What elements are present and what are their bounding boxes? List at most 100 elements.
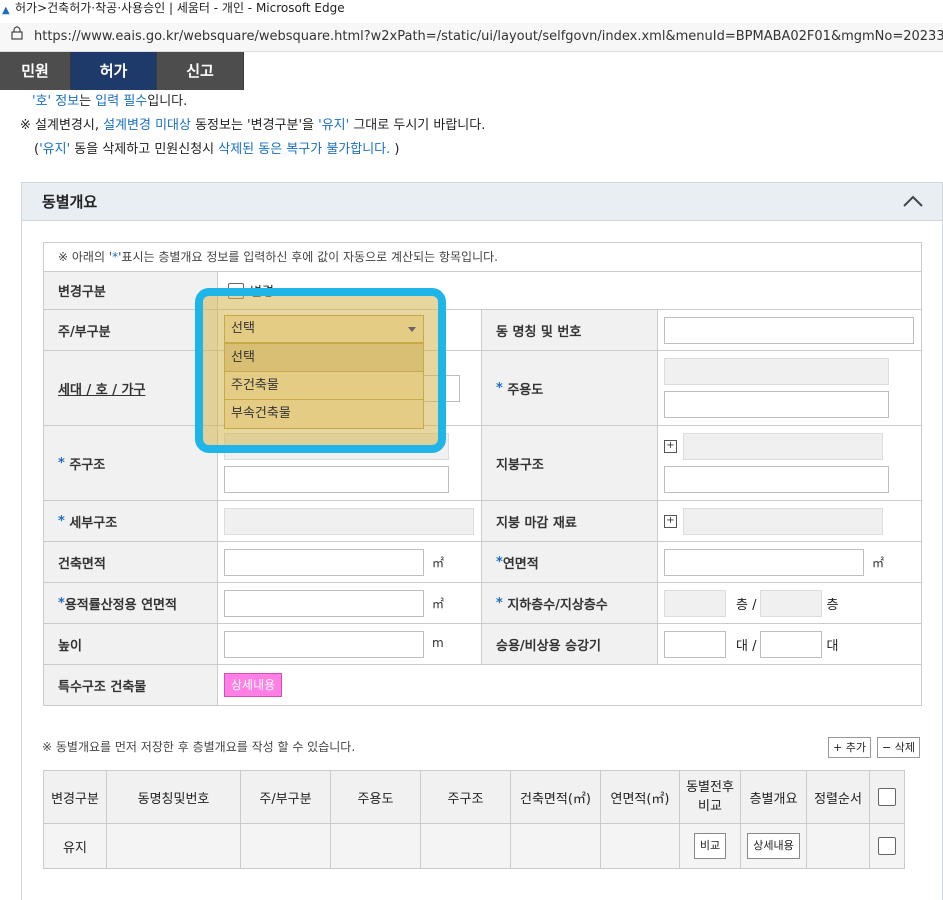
col-change: 변경구분 — [43, 770, 107, 824]
plus-icon[interactable]: + — [664, 440, 677, 453]
row-height: 높이 m 승용/비상용 승강기 대 / 대 — [44, 624, 921, 665]
plus-icon[interactable]: + — [664, 514, 677, 528]
add-button[interactable]: + 추가 — [828, 737, 871, 758]
table-header-row: 변경구분 동명칭및번호 주/부구분 주용도 주구조 건축면적(㎡) 연면적(㎡)… — [43, 770, 905, 824]
far-area-input[interactable] — [224, 589, 424, 617]
roof-structure-input[interactable] — [664, 466, 889, 493]
delete-button[interactable]: − 삭제 — [877, 737, 920, 758]
total-floor-area-value: ㎡ — [658, 542, 921, 582]
cell-building-area — [510, 823, 601, 869]
main-use-input[interactable] — [664, 391, 889, 418]
floors-value: 층 / 층 — [658, 583, 921, 623]
cell-compare: 비교 — [679, 823, 741, 869]
roof-structure-top: + — [664, 433, 915, 460]
notice-line-2: ※ 설계변경시, 설계변경 미대상 동정보는 '변경구분'을 '유지' 그대로 … — [20, 118, 486, 133]
roof-structure-value: + — [658, 426, 921, 500]
dong-overview-panel: 동별개요 ※ 아래의 '*'표시는 층별개요 정보를 입력하신 후에 값이 자동… — [21, 182, 943, 900]
lock-icon — [10, 23, 24, 51]
compare-button[interactable]: 비교 — [693, 833, 727, 859]
label-elevator: 승용/비상용 승강기 — [482, 624, 658, 664]
cell-main-use — [330, 823, 421, 869]
unit-sqm: ㎡ — [432, 556, 445, 570]
dong-name-input[interactable] — [664, 316, 914, 344]
collapse-chevron-icon[interactable] — [902, 193, 924, 209]
cell-sort-order — [806, 823, 870, 869]
col-select-all — [869, 770, 905, 824]
app-icon: ▲ — [2, 5, 10, 16]
label-roof-structure: 지붕구조 — [482, 426, 658, 500]
label-main-use: * 주용도 — [482, 351, 658, 425]
form-note: ※ 아래의 '*'표시는 층별개요 정보를 입력하신 후에 값이 자동으로 계산… — [44, 243, 921, 272]
label-change-type: 변경구분 — [44, 272, 218, 309]
list-note: ※ 동별개요를 먼저 저장한 후 층별개요를 작성 할 수 있습니다. — [42, 740, 356, 754]
col-main-use: 주용도 — [330, 770, 421, 824]
total-floor-area-input[interactable] — [664, 548, 864, 576]
col-main-sub: 주/부구분 — [240, 770, 331, 824]
option-accessory-building[interactable]: 부속건축물 — [225, 400, 423, 428]
roof-material-row: + — [664, 507, 915, 535]
emergency-elevator-input[interactable] — [760, 630, 823, 658]
elevator-value: 대 / 대 — [658, 624, 921, 664]
unit-m: m — [432, 636, 444, 650]
row-special: 특수구조 건축물 상세내용 — [44, 665, 921, 705]
col-dong-name: 동명칭및번호 — [106, 770, 241, 824]
select-all-checkbox[interactable] — [878, 788, 896, 806]
detail-structure-value — [218, 501, 482, 541]
col-building-area: 건축면적(㎡) — [510, 770, 601, 824]
notice-line-3: ('유지' 동을 삭제하고 민원신청시 삭제된 동은 복구가 불가합니다. ) — [34, 142, 400, 157]
tab-civil[interactable]: 민원 — [0, 52, 71, 90]
cell-change: 유지 — [43, 823, 107, 869]
label-household[interactable]: 세대 / 호 / 가구 — [44, 351, 218, 425]
window-titlebar: ▲ 허가>건축허가·착공·사용승인 | 세움터 - 개인 - Microsoft … — [0, 0, 943, 22]
main-sub-select[interactable]: 선택 — [224, 315, 424, 343]
col-sort-order: 정렬순서 — [806, 770, 870, 824]
special-detail-button[interactable]: 상세내용 — [224, 673, 283, 697]
unit-sqm: ㎡ — [432, 597, 445, 611]
main-use-value — [658, 351, 921, 425]
panel-header: 동별개요 — [22, 183, 942, 221]
far-area-value: ㎡ — [218, 583, 482, 623]
label-total-floor-area: * 연면적 — [482, 542, 658, 582]
building-area-value: ㎡ — [218, 542, 482, 582]
cell-floor-overview: 상세내용 — [740, 823, 807, 869]
col-compare: 동별전후 비교 — [679, 770, 741, 824]
url-text[interactable]: https://www.eais.go.kr/websquare/websqua… — [34, 29, 943, 44]
row-main-sub: 주/부구분 동 명칭 및 번호 — [44, 310, 921, 351]
col-total-area: 연면적(㎡) — [600, 770, 680, 824]
label-special-building: 특수구조 건축물 — [44, 665, 218, 705]
top-nav: 민원 허가 신고 — [0, 52, 244, 90]
underground-floors-auto — [664, 589, 726, 617]
building-area-input[interactable] — [224, 548, 424, 576]
select-value: 선택 — [231, 321, 255, 336]
address-bar[interactable]: https://www.eais.go.kr/websquare/websqua… — [0, 23, 943, 52]
height-input[interactable] — [224, 630, 424, 658]
window-title: 허가>건축허가·착공·사용승인 | 세움터 - 개인 - Microsoft E… — [15, 1, 345, 15]
row-household: 세대 / 호 / 가구 * 주용도 — [44, 351, 921, 426]
option-main-building[interactable]: 주건축물 — [225, 372, 423, 400]
tab-permit[interactable]: 허가 — [71, 52, 157, 90]
row-checkbox[interactable] — [878, 837, 896, 855]
dong-list-table: 변경구분 동명칭및번호 주/부구분 주용도 주구조 건축면적(㎡) 연면적(㎡)… — [43, 770, 905, 869]
main-structure-input[interactable] — [224, 466, 449, 493]
option-select[interactable]: 선택 — [225, 344, 423, 372]
label-main-sub: 주/부구분 — [44, 310, 218, 350]
row-area: 건축면적 ㎡ * 연면적 ㎡ — [44, 542, 921, 583]
tab-report[interactable]: 신고 — [157, 52, 244, 90]
passenger-elevator-input[interactable] — [664, 630, 726, 658]
label-building-area: 건축면적 — [44, 542, 218, 582]
above-floors-auto — [760, 589, 823, 617]
label-main-structure: * 주구조 — [44, 426, 218, 500]
unit-sqm: ㎡ — [872, 556, 885, 570]
overview-form: ※ 아래의 '*'표시는 층별개요 정보를 입력하신 후에 값이 자동으로 계산… — [43, 242, 922, 706]
detail-structure-auto — [224, 507, 474, 535]
label-roof-material: 지붕 마감 재료 — [482, 501, 658, 541]
label-height: 높이 — [44, 624, 218, 664]
cell-main-sub — [240, 823, 331, 869]
label-dong-name: 동 명칭 및 번호 — [482, 310, 658, 350]
row-detail-button[interactable]: 상세내용 — [747, 833, 800, 859]
panel-title: 동별개요 — [42, 193, 98, 211]
cell-select — [869, 823, 905, 869]
cell-dong-name — [106, 823, 241, 869]
row-detail-structure: * 세부구조 지붕 마감 재료 + — [44, 501, 921, 542]
chevron-down-icon[interactable] — [408, 327, 416, 332]
